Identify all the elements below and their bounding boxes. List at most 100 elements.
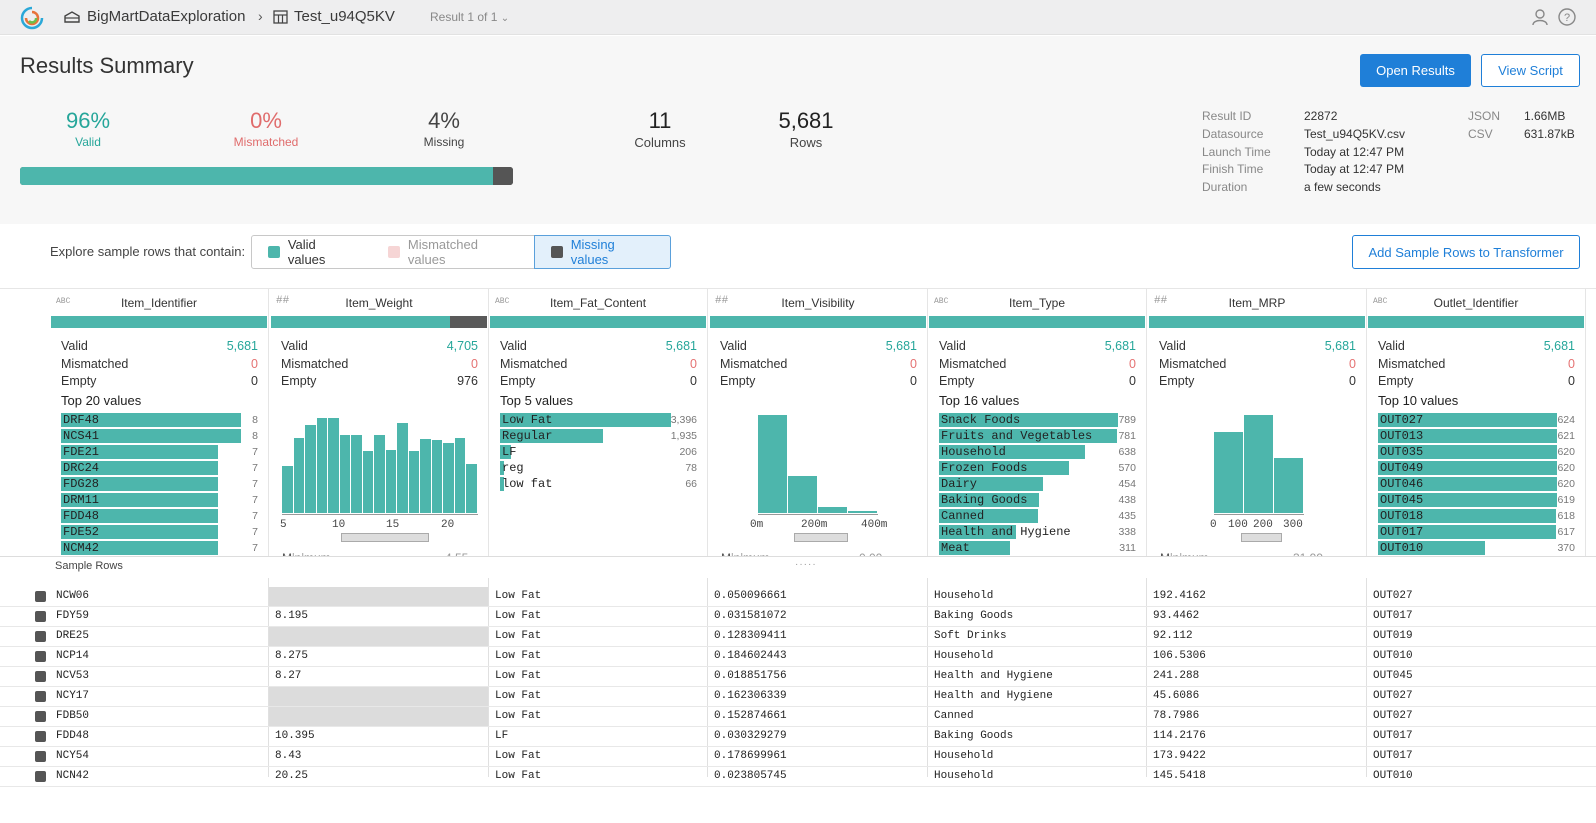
top-value-row[interactable]: FDG28 7	[50, 476, 268, 492]
table-cell[interactable]: Low Fat	[489, 767, 707, 786]
top-value-row[interactable]: FDE52 7	[50, 524, 268, 540]
table-cell[interactable]: NCW06	[50, 587, 268, 606]
histogram-bar[interactable]	[758, 415, 787, 513]
table-cell[interactable]: OUT027	[1367, 707, 1587, 726]
table-cell[interactable]: FDY59	[50, 607, 268, 626]
histogram-bar[interactable]	[374, 434, 385, 513]
table-cell[interactable]: Low Fat	[489, 607, 707, 626]
top-value-bar[interactable]: OUT046	[1378, 476, 1557, 491]
histogram-bar[interactable]	[328, 417, 339, 513]
top-value-bar[interactable]: OUT017	[1378, 524, 1557, 539]
add-sample-rows-button[interactable]: Add Sample Rows to Transformer	[1352, 235, 1580, 269]
histogram-bar[interactable]	[1214, 431, 1243, 513]
top-value-bar[interactable]: reg	[500, 460, 524, 475]
top-value-row[interactable]: Dairy 454	[928, 476, 1146, 492]
table-cell[interactable]: OUT027	[1367, 687, 1587, 706]
histogram-bar[interactable]	[431, 440, 443, 513]
top-value-row[interactable]: Snack Foods 789	[928, 412, 1146, 428]
histogram-bar[interactable]	[282, 465, 293, 513]
table-cell[interactable]: Baking Goods	[928, 727, 1146, 746]
histogram-bar[interactable]	[305, 424, 316, 513]
top-value-bar[interactable]: FDE21	[61, 444, 218, 459]
top-value-row[interactable]: NCM42 7	[50, 540, 268, 556]
top-value-bar[interactable]: NCM42	[61, 540, 218, 555]
top-value-row[interactable]: Fruits and Vegetables 781	[928, 428, 1146, 444]
top-value-row[interactable]: OUT049 620	[1367, 460, 1585, 476]
top-value-row[interactable]: low fat 66	[489, 476, 707, 492]
histogram-bar[interactable]	[385, 450, 397, 513]
top-value-row[interactable]: Regular 1,935	[489, 428, 707, 444]
top-value-row[interactable]: Frozen Foods 570	[928, 460, 1146, 476]
histogram-bar[interactable]	[1244, 415, 1273, 513]
top-value-row[interactable]: OUT017 617	[1367, 524, 1585, 540]
table-cell[interactable]: 173.9422	[1147, 747, 1366, 766]
top-value-row[interactable]: Meat 311	[928, 540, 1146, 556]
column-header[interactable]: ABC Item_Fat_Content	[489, 289, 707, 316]
table-cell[interactable]: OUT027	[1367, 587, 1587, 606]
row-checkbox[interactable]	[35, 731, 46, 742]
column-name[interactable]: Item_Weight	[345, 296, 412, 310]
app-logo-icon[interactable]	[19, 5, 45, 31]
top-value-bar[interactable]: OUT010	[1378, 540, 1485, 555]
top-value-bar[interactable]: OUT035	[1378, 444, 1557, 459]
table-row[interactable]: FDY59 8.195 Low Fat 0.031581072 Baking Goods…	[0, 607, 1596, 627]
table-cell[interactable]: Baking Goods	[928, 607, 1146, 626]
top-value-bar[interactable]: OUT049	[1378, 460, 1557, 475]
table-cell[interactable]: OUT045	[1367, 667, 1587, 686]
top-value-row[interactable]: NCS41 8	[50, 428, 268, 444]
top-value-bar[interactable]: Meat	[939, 540, 1010, 555]
top-value-row[interactable]: Baking Goods 438	[928, 492, 1146, 508]
top-value-bar[interactable]: Canned	[939, 508, 1039, 523]
top-value-row[interactable]: DRC24 7	[50, 460, 268, 476]
top-value-row[interactable]: Household 638	[928, 444, 1146, 460]
row-checkbox[interactable]	[35, 631, 46, 642]
table-cell[interactable]: Household	[928, 587, 1146, 606]
table-cell[interactable]: OUT010	[1367, 767, 1587, 786]
histogram-bar[interactable]	[339, 434, 351, 513]
histogram-bar[interactable]	[408, 451, 420, 513]
row-checkbox[interactable]	[35, 671, 46, 682]
table-cell[interactable]: FDD48	[50, 727, 268, 746]
table-row[interactable]: NCP14 8.275 Low Fat 0.184602443 Household 106…	[0, 647, 1596, 667]
histogram-bar[interactable]	[788, 475, 817, 513]
top-value-row[interactable]: OUT045 619	[1367, 492, 1585, 508]
row-checkbox[interactable]	[35, 651, 46, 662]
histogram-bar[interactable]	[466, 464, 477, 513]
top-value-row[interactable]: FDE21 7	[50, 444, 268, 460]
table-cell[interactable]: 20.25	[269, 767, 488, 786]
top-value-row[interactable]: DRM11 7	[50, 492, 268, 508]
top-value-row[interactable]: Canned 435	[928, 508, 1146, 524]
top-value-bar[interactable]: Baking Goods	[939, 492, 1039, 507]
breadcrumb-dataset[interactable]: Test_u94Q5KV	[273, 8, 395, 25]
table-cell[interactable]: Low Fat	[489, 587, 707, 606]
top-value-bar[interactable]: DRM11	[61, 492, 218, 507]
table-cell[interactable]	[269, 587, 488, 606]
table-cell[interactable]: 10.395	[269, 727, 488, 746]
table-cell[interactable]: 0.018851756	[708, 667, 927, 686]
top-value-bar[interactable]: Low Fat	[500, 412, 671, 427]
table-cell[interactable]: OUT019	[1367, 627, 1587, 646]
histogram-bar[interactable]	[351, 434, 362, 513]
table-cell[interactable]: 8.43	[269, 747, 488, 766]
top-value-bar[interactable]: OUT045	[1378, 492, 1557, 507]
top-value-bar[interactable]: Dairy	[939, 476, 1043, 491]
top-value-bar[interactable]: DRC24	[61, 460, 218, 475]
top-value-bar[interactable]: Snack Foods	[939, 412, 1119, 427]
table-cell[interactable]: Household	[928, 647, 1146, 666]
table-cell[interactable]: 106.5306	[1147, 647, 1366, 666]
table-cell[interactable]: Health and Hygiene	[928, 667, 1146, 686]
column-name[interactable]: Item_Identifier	[121, 296, 197, 310]
column-name[interactable]: Item_Visibility	[781, 296, 854, 310]
table-cell[interactable]: OUT017	[1367, 727, 1587, 746]
table-cell[interactable]: 0.184602443	[708, 647, 927, 666]
column-header[interactable]: ## Item_Weight	[270, 289, 488, 316]
top-value-bar[interactable]: FDG28	[61, 476, 218, 491]
table-cell[interactable]: 93.4462	[1147, 607, 1366, 626]
range-slider[interactable]	[1241, 533, 1282, 542]
table-cell[interactable]: 8.275	[269, 647, 488, 666]
table-cell[interactable]: 192.4162	[1147, 587, 1366, 606]
histogram-bar[interactable]	[848, 511, 877, 513]
table-cell[interactable]: Low Fat	[489, 627, 707, 646]
user-icon[interactable]	[1530, 7, 1550, 27]
table-cell[interactable]: FDB50	[50, 707, 268, 726]
